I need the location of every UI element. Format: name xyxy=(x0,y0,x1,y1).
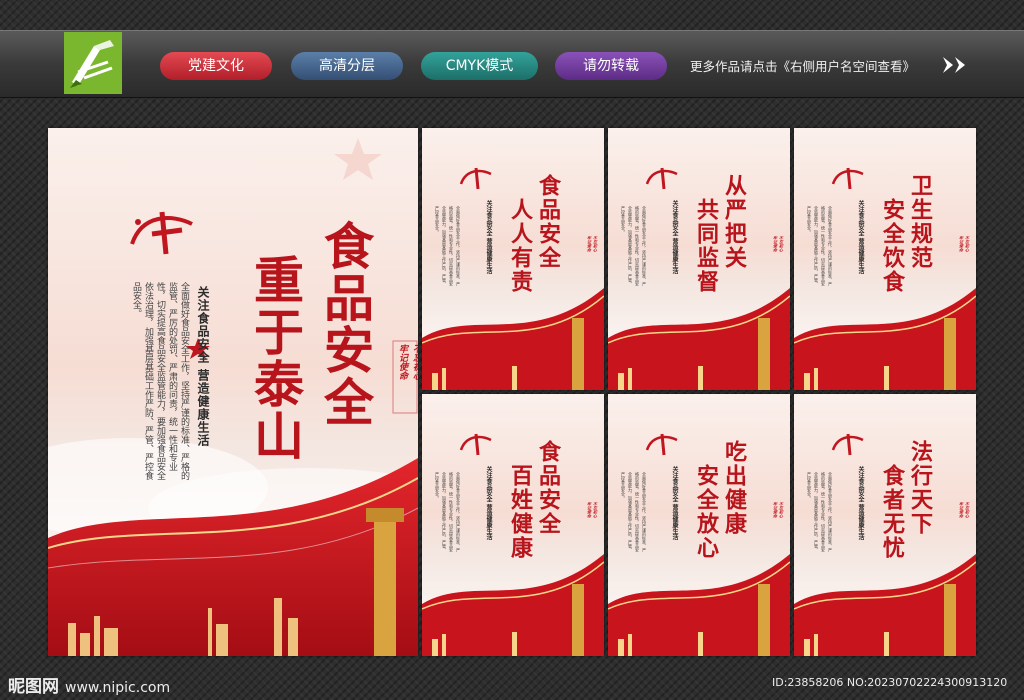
poster-title-line-1: 卫生规范 xyxy=(907,174,933,270)
china-dream-logo-icon xyxy=(831,433,864,456)
china-dream-logo-icon xyxy=(130,211,193,255)
more-works-link[interactable]: 更多作品请点击《右侧用户名空间查看》 xyxy=(690,56,915,75)
small-poster-5: 吃出健康 安全放心 关注食品安全 营造健康生活 全面做好食品安全工作，坚持严谨的… xyxy=(608,394,790,656)
watermark-id: ID:23858206 NO:20230702224300913120 xyxy=(772,676,1008,689)
seal-text-right: 牢记使命 xyxy=(773,502,778,518)
poster-title-line-1: 食品安全 xyxy=(535,440,561,536)
poster-body-text: 全面做好食品安全工作，坚持严谨的标准、严格的监管，统一性和专业性，切实提高食品安… xyxy=(621,472,647,552)
main-subtitle: 关注食品安全 营造健康生活 xyxy=(196,286,210,448)
watermark-brand-name: 昵图网 xyxy=(8,677,59,697)
poster-body-text: 全面做好食品安全工作，坚持严谨的标准、严格的监管，统一性和专业性，切实提高食品安… xyxy=(435,206,461,286)
tag-no-repost[interactable]: 请勿转载 xyxy=(555,52,667,80)
poster-subtitle: 关注食品安全 营造健康生活 xyxy=(485,466,492,541)
pen-logo-icon xyxy=(64,32,122,94)
tag-cmyk-mode[interactable]: CMYK模式 xyxy=(421,52,538,80)
china-dream-logo-icon xyxy=(459,433,492,456)
small-poster-3: 卫生规范 安全饮食 关注食品安全 营造健康生活 全面做好食品安全工作，坚持严谨的… xyxy=(794,128,976,390)
main-title-line-2: 重于泰山 xyxy=(246,254,305,462)
poster-title-line-1: 食品安全 xyxy=(535,174,561,270)
seal-text-left: 不忘初心 xyxy=(411,344,418,380)
seal-text-left: 不忘初心 xyxy=(965,502,970,518)
seal-text-left: 不忘初心 xyxy=(593,236,598,252)
poster-body-text: 全面做好食品安全工作，坚持严谨的标准、严格的监管，统一性和专业性，切实提高食品安… xyxy=(807,472,833,552)
tag-party-culture[interactable]: 党建文化 xyxy=(160,52,272,80)
main-poster: 食品安全 重于泰山 关注食品安全 营造健康生活 全面做好食品安全工作，坚持严谨的… xyxy=(48,128,418,656)
poster-subtitle: 关注食品安全 营造健康生活 xyxy=(857,466,864,541)
poster-subtitle: 关注食品安全 营造健康生活 xyxy=(857,200,864,275)
poster-title-line-2: 食者无忧 xyxy=(879,464,905,560)
seal-text-right: 牢记使命 xyxy=(587,502,592,518)
poster-title-line-2: 人人有责 xyxy=(507,198,533,294)
small-poster-2: 从严把关 共同监督 关注食品安全 营造健康生活 全面做好食品安全工作，坚持严谨的… xyxy=(608,128,790,390)
small-poster-4: 食品安全 百姓健康 关注食品安全 营造健康生活 全面做好食品安全工作，坚持严谨的… xyxy=(422,394,604,656)
seal-text-left: 不忘初心 xyxy=(779,236,784,252)
poster-title-line-2: 百姓健康 xyxy=(507,464,533,560)
poster-subtitle: 关注食品安全 营造健康生活 xyxy=(485,200,492,275)
double-arrow-icon[interactable] xyxy=(942,56,968,74)
main-title-line-1: 食品安全 xyxy=(316,220,375,428)
china-dream-logo-icon xyxy=(831,167,864,190)
watermark-site[interactable]: www.nipic.com xyxy=(65,680,170,696)
tag-hd-layers[interactable]: 高清分层 xyxy=(291,52,403,80)
seal-text-right: 牢记使命 xyxy=(773,236,778,252)
seal-text-left: 不忘初心 xyxy=(593,502,598,518)
main-body-text: 全面做好食品安全工作，坚持严谨的标准、严格的监管、严厉的处罚、严肃的问责，统一性… xyxy=(131,282,189,480)
seal-text-right: 牢记使命 xyxy=(959,236,964,252)
poster-title-line-1: 吃出健康 xyxy=(721,440,747,536)
small-poster-6: 法行天下 食者无忧 关注食品安全 营造健康生活 全面做好食品安全工作，坚持严谨的… xyxy=(794,394,976,656)
poster-body-text: 全面做好食品安全工作，坚持严谨的标准、严格的监管，统一性和专业性，切实提高食品安… xyxy=(435,472,461,552)
china-dream-logo-icon xyxy=(459,167,492,190)
poster-title-line-2: 共同监督 xyxy=(693,198,719,294)
poster-subtitle: 关注食品安全 营造健康生活 xyxy=(671,466,678,541)
china-dream-logo-icon xyxy=(645,433,678,456)
poster-title-line-1: 法行天下 xyxy=(907,440,933,536)
seal-text-right: 牢记使命 xyxy=(587,236,592,252)
poster-subtitle: 关注食品安全 营造健康生活 xyxy=(671,200,678,275)
watermark-brand: 昵图网 www.nipic.com xyxy=(8,672,170,697)
china-dream-logo-icon xyxy=(645,167,678,190)
poster-body-text: 全面做好食品安全工作，坚持严谨的标准、严格的监管，统一性和专业性，切实提高食品安… xyxy=(621,206,647,286)
seal-text-left: 不忘初心 xyxy=(779,502,784,518)
seal-text-left: 不忘初心 xyxy=(965,236,970,252)
poster-body-text: 全面做好食品安全工作，坚持严谨的标准、严格的监管，统一性和专业性，切实提高食品安… xyxy=(807,206,833,286)
poster-title-line-1: 从严把关 xyxy=(721,174,747,270)
small-poster-1: 食品安全 人人有责 关注食品安全 营造健康生活 全面做好食品安全工作，坚持严谨的… xyxy=(422,128,604,390)
poster-title-line-2: 安全饮食 xyxy=(879,198,905,294)
seal-text-right: 牢记使命 xyxy=(397,344,407,380)
seal-text-right: 牢记使命 xyxy=(959,502,964,518)
poster-title-line-2: 安全放心 xyxy=(693,464,719,560)
